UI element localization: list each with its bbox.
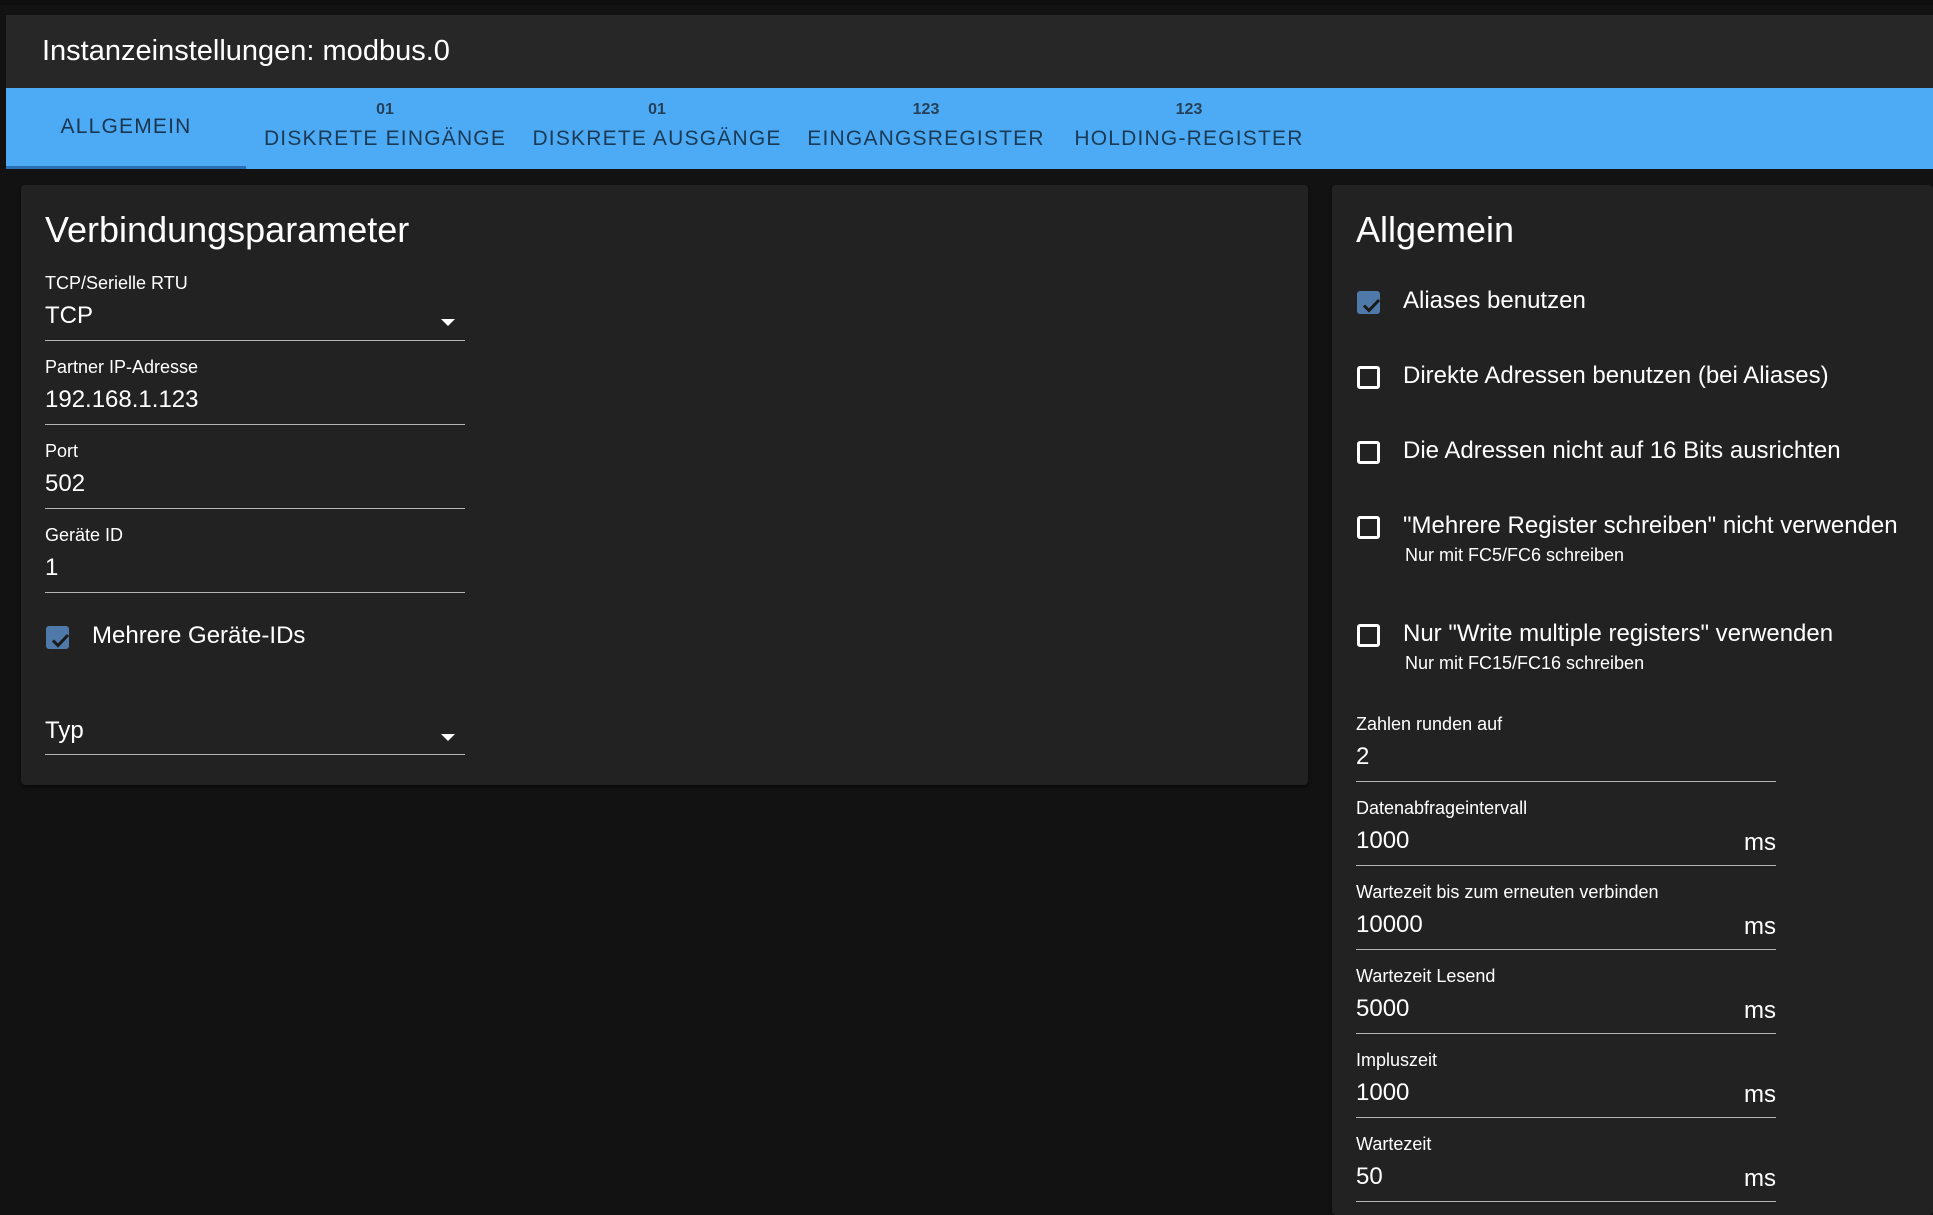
pulse-time-value: 1000 <box>1356 1079 1410 1106</box>
page-title: Instanzeinstellungen: modbus.0 <box>42 35 450 67</box>
tab-eingangsregister[interactable]: 123 EINGANGSREGISTER <box>802 88 1050 169</box>
tab-allgemein-label: ALLGEMEIN <box>60 115 192 138</box>
binary-icon: 01 <box>648 101 666 118</box>
device-id-label: Geräte ID <box>45 525 124 545</box>
unit-label: ms <box>1744 997 1776 1024</box>
checkbox-unchecked-icon <box>1357 516 1380 539</box>
unit-label: ms <box>1744 829 1776 856</box>
connection-title: Verbindungsparameter <box>45 209 410 250</box>
reconnect-label: Wartezeit bis zum erneuten verbinden <box>1356 882 1659 902</box>
unit-label: ms <box>1744 1165 1776 1192</box>
no-align-label: Die Adressen nicht auf 16 Bits ausrichte… <box>1403 437 1841 464</box>
device-id-value: 1 <box>45 554 59 581</box>
tab-holding-register[interactable]: 123 HOLDING-REGISTER <box>1066 88 1312 169</box>
tab-holding-register-label: HOLDING-REGISTER <box>1074 127 1304 150</box>
dialog-header: Instanzeinstellungen: modbus.0 <box>6 15 1933 88</box>
tab-allgemein[interactable]: ALLGEMEIN <box>6 88 246 169</box>
numeric-icon: 123 <box>912 101 940 118</box>
only-multi-write-hint: Nur mit FC15/FC16 schreiben <box>1405 653 1645 673</box>
field-underline <box>1356 949 1776 950</box>
connection-panel: Verbindungsparameter TCP/Serielle RTU TC… <box>21 185 1308 785</box>
numeric-icon: 123 <box>1175 101 1203 118</box>
general-title: Allgemein <box>1356 209 1515 250</box>
tab-eingangsregister-label: EINGANGSREGISTER <box>807 127 1045 150</box>
round-value: 2 <box>1356 743 1370 770</box>
field-underline <box>1356 1033 1776 1034</box>
unit-label: ms <box>1744 913 1776 940</box>
reconnect-value: 10000 <box>1356 911 1423 938</box>
field-underline <box>45 754 465 755</box>
field-underline <box>45 424 465 425</box>
ip-value: 192.168.1.123 <box>45 386 199 413</box>
tab-diskrete-ausgaenge[interactable]: 01 DISKRETE AUSGÄNGE <box>530 88 784 169</box>
field-underline <box>1356 1117 1776 1118</box>
wait-time-label: Wartezeit <box>1356 1134 1432 1154</box>
field-underline <box>1356 865 1776 866</box>
field-underline <box>1356 781 1776 782</box>
ip-label: Partner IP-Adresse <box>45 357 199 377</box>
checkbox-unchecked-icon <box>1357 366 1380 389</box>
wait-time-value: 50 <box>1356 1163 1383 1190</box>
window-top-strip <box>0 0 1933 5</box>
multi-ids-label: Mehrere Geräte-IDs <box>92 622 306 649</box>
pulse-time-label: Impluszeit <box>1356 1050 1438 1070</box>
aliases-label: Aliases benutzen <box>1403 287 1586 314</box>
checkbox-unchecked-icon <box>1357 441 1380 464</box>
field-underline <box>45 508 465 509</box>
no-multi-write-label: "Mehrere Register schreiben" nicht verwe… <box>1403 512 1898 539</box>
mode-value: TCP <box>45 302 93 329</box>
type-value: Typ <box>45 717 84 744</box>
tab-bar: ALLGEMEIN 01 DISKRETE EINGÄNGE 01 DISKRE… <box>6 88 1933 169</box>
field-underline <box>45 592 465 593</box>
dropdown-arrow-icon <box>441 734 455 741</box>
tab-active-indicator <box>6 166 246 169</box>
field-underline <box>1356 1201 1776 1202</box>
general-panel: Allgemein Aliases benutzen Direkte Adres… <box>1332 185 1933 1215</box>
port-value: 502 <box>45 470 86 497</box>
dropdown-arrow-icon <box>441 319 455 326</box>
checkbox-checked-icon <box>1357 291 1381 314</box>
checkbox-unchecked-icon <box>1357 624 1380 647</box>
field-underline <box>45 340 465 341</box>
poll-interval-label: Datenabfrageintervall <box>1356 798 1528 818</box>
tab-diskrete-ausgaenge-label: DISKRETE AUSGÄNGE <box>532 127 782 150</box>
port-label: Port <box>45 441 79 461</box>
no-multi-write-hint: Nur mit FC5/FC6 schreiben <box>1405 545 1625 565</box>
mode-label: TCP/Serielle RTU <box>45 273 188 293</box>
only-multi-write-label: Nur "Write multiple registers" verwenden <box>1403 620 1834 647</box>
read-timeout-label: Wartezeit Lesend <box>1356 966 1496 986</box>
poll-interval-value: 1000 <box>1356 827 1410 854</box>
tab-diskrete-eingaenge-label: DISKRETE EINGÄNGE <box>263 127 507 150</box>
round-label: Zahlen runden auf <box>1356 714 1503 734</box>
checkbox-checked-icon <box>46 626 70 649</box>
binary-icon: 01 <box>376 101 394 118</box>
read-timeout-value: 5000 <box>1356 995 1410 1022</box>
direct-addresses-label: Direkte Adressen benutzen (bei Aliases) <box>1403 362 1829 389</box>
tab-diskrete-eingaenge[interactable]: 01 DISKRETE EINGÄNGE <box>258 88 512 169</box>
unit-label: ms <box>1744 1081 1776 1108</box>
